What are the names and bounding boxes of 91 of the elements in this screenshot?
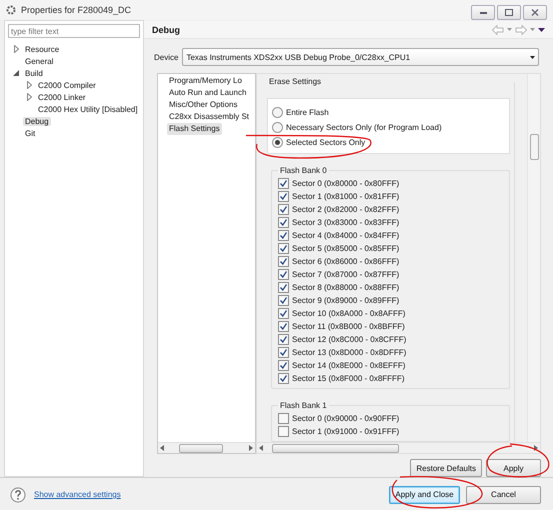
page-title: Debug	[152, 24, 180, 34]
radio-label[interactable]: Entire Flash	[286, 108, 329, 117]
tree-item[interactable]: C2000 Hex Utility [Disabled]	[36, 104, 140, 114]
scroll-left-icon[interactable]	[160, 445, 164, 451]
checkbox-label[interactable]: Sector 4 (0x84000 - 0x84FFF)	[292, 231, 400, 240]
checkbox-label[interactable]: Sector 12 (0x8C000 - 0x8CFFF)	[292, 335, 406, 344]
device-dropdown[interactable]: Texas Instruments XDS2xx USB Debug Probe_0/C28xx_CPU1	[182, 48, 539, 66]
checkbox-label[interactable]: Sector 2 (0x82000 - 0x82FFF)	[292, 205, 400, 214]
category-item[interactable]: Program/Memory Lo	[167, 75, 244, 87]
tree-item[interactable]: Debug	[23, 116, 51, 126]
category-item[interactable]: Auto Run and Launch	[167, 87, 248, 99]
checkbox[interactable]	[278, 256, 289, 267]
collapsed-arrow-icon[interactable]	[26, 81, 32, 89]
tree-item[interactable]: Git	[23, 128, 38, 138]
checkbox-label[interactable]: Sector 5 (0x85000 - 0x85FFF)	[292, 244, 400, 253]
scroll-right-icon[interactable]	[249, 445, 253, 451]
tree-item[interactable]: Build	[23, 68, 45, 78]
device-label: Device	[154, 52, 178, 62]
checkbox-label[interactable]: Sector 11 (0x8B000 - 0x8BFFF)	[292, 322, 405, 331]
window-title: Properties for F280049_DC	[21, 5, 132, 15]
checkbox-label[interactable]: Sector 9 (0x89000 - 0x89FFF)	[292, 296, 400, 305]
category-item[interactable]: Flash Settings	[167, 123, 222, 135]
help-icon[interactable]	[10, 486, 26, 502]
checkbox[interactable]	[278, 413, 289, 424]
checkbox-label[interactable]: Sector 7 (0x87000 - 0x87FFF)	[292, 270, 400, 279]
checkbox[interactable]	[278, 178, 289, 189]
checkbox-label[interactable]: Sector 13 (0x8D000 - 0x8DFFF)	[292, 348, 406, 357]
radio-label[interactable]: Selected Sectors Only	[286, 138, 366, 147]
group-title: Erase Settings	[268, 77, 322, 86]
minimize-button[interactable]	[471, 4, 495, 20]
dialog-button[interactable]: Apply and Close	[389, 486, 460, 504]
checkbox[interactable]	[278, 373, 289, 384]
maximize-icon	[505, 8, 513, 16]
checkbox-label[interactable]: Sector 0 (0x90000 - 0x90FFF)	[292, 414, 400, 423]
checkbox[interactable]	[278, 230, 289, 241]
dialog-button[interactable]: Cancel	[466, 486, 541, 504]
checkbox-label[interactable]: Sector 8 (0x88000 - 0x88FFF)	[292, 283, 400, 292]
scrollbar-thumb[interactable]	[272, 444, 399, 452]
scrollbar-thumb[interactable]	[530, 134, 539, 160]
page-button[interactable]: Restore Defaults	[410, 459, 482, 477]
checkbox[interactable]	[278, 269, 289, 280]
checkbox[interactable]	[278, 282, 289, 293]
page-button[interactable]: Apply	[486, 459, 541, 477]
checkbox-label[interactable]: Sector 3 (0x83000 - 0x83FFF)	[292, 218, 400, 227]
gear-icon	[6, 5, 16, 15]
checkbox-label[interactable]: Sector 6 (0x86000 - 0x86FFF)	[292, 257, 400, 266]
view-menu-icon[interactable]	[538, 28, 545, 32]
checkbox-label[interactable]: Sector 0 (0x80000 - 0x80FFF)	[292, 179, 400, 188]
scroll-right-icon[interactable]	[534, 445, 538, 451]
checkbox[interactable]	[278, 360, 289, 371]
scroll-left-icon[interactable]	[259, 445, 263, 451]
checkbox[interactable]	[278, 334, 289, 345]
tree-item[interactable]: General	[23, 56, 56, 66]
checkbox[interactable]	[278, 204, 289, 215]
collapsed-arrow-icon[interactable]	[26, 93, 32, 101]
scrollbar-thumb[interactable]	[179, 444, 223, 452]
caret-icon	[530, 56, 535, 58]
checkbox[interactable]	[278, 321, 289, 332]
close-button[interactable]	[523, 4, 547, 20]
checkbox-label[interactable]: Sector 14 (0x8E000 - 0x8EFFF)	[292, 361, 406, 370]
checkbox-label[interactable]: Sector 15 (0x8F000 - 0x8FFFF)	[292, 374, 404, 383]
close-icon	[531, 8, 539, 16]
maximize-button[interactable]	[497, 4, 521, 20]
checkbox[interactable]	[278, 308, 289, 319]
radio-button[interactable]	[272, 137, 283, 148]
category-item[interactable]: C28xx Disassembly St	[167, 111, 252, 123]
tree-item[interactable]: C2000 Linker	[36, 92, 88, 102]
checkbox[interactable]	[278, 426, 289, 437]
checkbox-label[interactable]: Sector 1 (0x91000 - 0x91FFF)	[292, 427, 400, 436]
dropdown-icon[interactable]	[530, 28, 535, 31]
advanced-settings-link[interactable]: Show advanced settings	[34, 490, 121, 499]
tree-item[interactable]: C2000 Compiler	[36, 80, 98, 90]
group-title: Flash Bank 0	[279, 166, 328, 175]
checkbox[interactable]	[278, 217, 289, 228]
checkbox-label[interactable]: Sector 1 (0x81000 - 0x81FFF)	[292, 192, 400, 201]
minimize-icon	[480, 10, 486, 14]
radio-button[interactable]	[272, 107, 283, 118]
radio-button[interactable]	[272, 122, 283, 133]
group-title: Flash Bank 1	[279, 401, 328, 410]
checkbox-label[interactable]: Sector 10 (0x8A000 - 0x8AFFF)	[292, 309, 406, 318]
dropdown-icon[interactable]	[507, 28, 512, 31]
checkbox[interactable]	[278, 243, 289, 254]
collapsed-arrow-icon[interactable]	[14, 45, 18, 53]
filter-field[interactable]: type filter text	[8, 24, 140, 38]
checkbox[interactable]	[278, 347, 289, 358]
category-item[interactable]: Misc/Other Options	[167, 99, 240, 111]
checkbox[interactable]	[278, 191, 289, 202]
expanded-arrow-icon[interactable]	[13, 70, 19, 76]
checkbox[interactable]	[278, 295, 289, 306]
tree-item[interactable]: Resource	[23, 44, 62, 54]
radio-label[interactable]: Necessary Sectors Only (for Program Load)	[286, 123, 442, 132]
